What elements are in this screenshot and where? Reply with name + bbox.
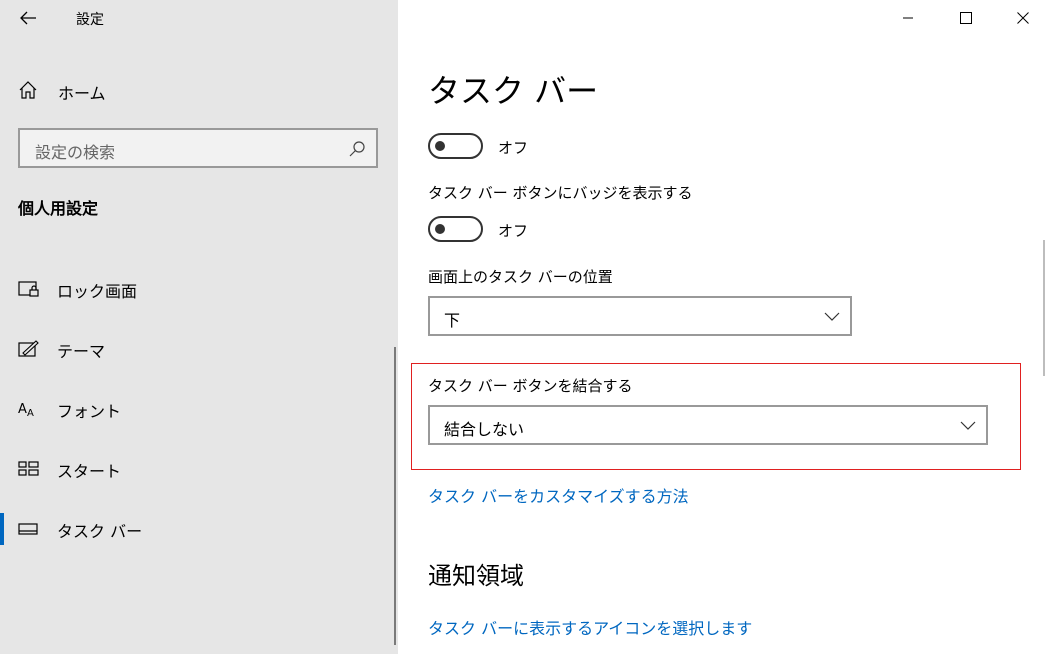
sidebar-item-label: フォント — [57, 402, 122, 421]
main-scrollbar[interactable] — [1043, 240, 1045, 376]
combine-setting-label: タスク バー ボタンを結合する — [428, 377, 633, 395]
customize-taskbar-link[interactable]: タスク バーをカスタマイズする方法 — [428, 483, 689, 507]
notification-area-title: 通知領域 — [428, 562, 524, 590]
theme-icon — [18, 340, 39, 357]
minimize-button[interactable] — [885, 4, 931, 32]
toggle-switch-1[interactable] — [428, 133, 483, 159]
badge-toggle-switch[interactable] — [428, 216, 483, 242]
position-dropdown-value: 下 — [444, 311, 461, 330]
sidebar-item-theme[interactable]: テーマ — [0, 329, 396, 369]
back-arrow-icon — [20, 11, 36, 25]
lock-screen-icon — [18, 281, 39, 297]
sidebar-item-home[interactable]: ホーム — [0, 72, 398, 108]
back-button[interactable] — [14, 6, 42, 30]
sidebar-item-taskbar[interactable]: タスク バー — [0, 509, 396, 549]
sidebar-item-start[interactable]: スタート — [0, 449, 396, 489]
sidebar-item-label: タスク バー — [57, 522, 143, 541]
search-placeholder: 設定の検索 — [35, 143, 116, 162]
search-icon — [349, 141, 365, 157]
sidebar-item-lock-screen[interactable]: ロック画面 — [0, 269, 396, 309]
selected-indicator — [0, 513, 4, 545]
position-setting-label: 画面上のタスク バーの位置 — [428, 268, 613, 286]
start-icon — [18, 461, 39, 476]
page-title: タスク バー — [428, 72, 599, 110]
maximize-button[interactable] — [943, 4, 989, 32]
close-button[interactable] — [1000, 4, 1046, 32]
taskbar-icon — [18, 523, 38, 535]
badge-toggle-state: オフ — [498, 222, 529, 240]
main-content: タスク バー オフ タスク バー ボタンにバッジを表示する オフ 画面上のタスク… — [398, 0, 1048, 654]
section-title: 個人用設定 — [18, 199, 99, 218]
sidebar-item-label: ロック画面 — [57, 282, 138, 301]
toggle-knob — [435, 224, 445, 234]
position-dropdown[interactable]: 下 — [428, 296, 852, 336]
home-icon — [19, 81, 37, 99]
close-icon — [1017, 12, 1029, 24]
svg-text:A: A — [18, 402, 27, 417]
search-input[interactable]: 設定の検索 — [18, 128, 378, 168]
sidebar-scrollbar[interactable] — [394, 347, 396, 645]
sidebar-item-font[interactable]: A A フォント — [0, 389, 396, 429]
app-title: 設定 — [76, 12, 104, 28]
select-taskbar-icons-link[interactable]: タスク バーに表示するアイコンを選択します — [428, 615, 752, 639]
combine-dropdown[interactable]: 結合しない — [428, 405, 988, 445]
sidebar: 設定 ホーム 設定の検索 個人用設定 ロック画面 テーマ A A フォント スタ… — [0, 0, 398, 654]
chevron-down-icon — [960, 421, 976, 430]
font-icon: A A — [18, 402, 34, 419]
sidebar-item-label: スタート — [57, 462, 122, 481]
combine-dropdown-value: 結合しない — [444, 420, 525, 439]
sidebar-item-label: テーマ — [57, 342, 106, 361]
svg-text:A: A — [27, 408, 34, 419]
minimize-icon — [903, 17, 913, 19]
chevron-down-icon — [824, 312, 840, 321]
maximize-icon — [960, 12, 972, 24]
toggle-knob — [435, 141, 445, 151]
home-label: ホーム — [58, 84, 106, 103]
badge-setting-label: タスク バー ボタンにバッジを表示する — [428, 184, 693, 202]
toggle-1-state: オフ — [498, 139, 529, 157]
